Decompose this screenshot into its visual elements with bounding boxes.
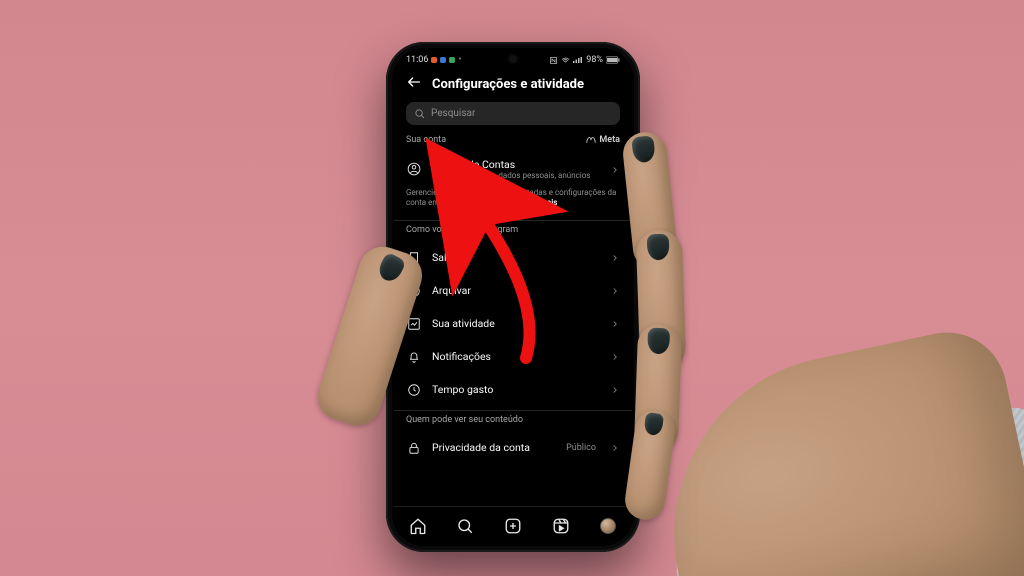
search-icon: [414, 108, 425, 119]
chevron-right-icon: [610, 160, 620, 179]
clock-icon: [406, 383, 422, 397]
status-app-dot: [440, 57, 446, 63]
section-heading-visibility: Quem pode ver seu conteúdo: [394, 415, 632, 431]
avatar: [600, 518, 616, 534]
meta-brand: Meta: [586, 135, 620, 145]
status-app-dot: [449, 57, 455, 63]
search-input[interactable]: Pesquisar: [406, 102, 620, 125]
nail: [647, 328, 670, 355]
bell-icon: [406, 350, 422, 364]
lock-icon: [406, 441, 422, 455]
privacy-value: Público: [566, 443, 596, 453]
divider: [394, 220, 632, 221]
section-heading-label: Sua conta: [406, 135, 446, 145]
saved-row[interactable]: Salvos: [394, 241, 632, 274]
user-circle-icon: [406, 162, 422, 176]
search-placeholder: Pesquisar: [431, 108, 475, 119]
battery-icon: [606, 56, 620, 64]
titlebar: Configurações e atividade: [394, 68, 632, 102]
signal-icon: [573, 56, 583, 64]
section-heading-label: Quem pode ver seu conteúdo: [406, 415, 523, 425]
status-battery-text: 98%: [586, 55, 603, 65]
nfc-icon: [549, 56, 558, 65]
row-label: Sua atividade: [432, 317, 600, 330]
stage: 11:06 • 98% Confi: [0, 0, 1024, 576]
row-label: Salvos: [432, 251, 600, 264]
nail: [643, 412, 664, 436]
chevron-right-icon: [610, 380, 620, 399]
nav-create[interactable]: [504, 517, 522, 535]
nav-reels[interactable]: [552, 517, 570, 535]
row-label: Tempo gasto: [432, 383, 600, 396]
accounts-center-note: Gerencie suas experiências conectadas e …: [394, 188, 632, 217]
chevron-right-icon: [610, 248, 620, 267]
front-camera: [509, 55, 517, 63]
chevron-right-icon: [610, 347, 620, 366]
nav-profile[interactable]: [599, 517, 617, 535]
back-button[interactable]: [406, 74, 422, 94]
nav-search[interactable]: [456, 517, 474, 535]
nav-home[interactable]: [409, 517, 427, 535]
archive-row[interactable]: Arquivar: [394, 274, 632, 307]
nail: [375, 252, 407, 285]
row-label: Arquivar: [432, 284, 600, 297]
page-title: Configurações e atividade: [432, 77, 584, 92]
section-heading-usage: Como você usa o Instagram: [394, 225, 632, 241]
bottom-nav: [394, 506, 632, 544]
section-heading-label: Como você usa o Instagram: [406, 225, 518, 235]
chevron-right-icon: [610, 438, 620, 457]
row-label: Privacidade da conta: [432, 441, 556, 454]
accounts-center-title: Central de Contas: [432, 158, 600, 171]
chevron-right-icon: [610, 314, 620, 333]
phone-screen: 11:06 • 98% Confi: [394, 50, 632, 544]
chevron-right-icon: [610, 281, 620, 300]
meta-icon: [586, 135, 596, 145]
row-label: Notificações: [432, 350, 600, 363]
status-app-dot: [431, 57, 437, 63]
wifi-icon: [561, 56, 570, 65]
status-time: 11:06: [406, 55, 428, 65]
nail: [647, 234, 670, 261]
learn-more-link[interactable]: Saiba mais: [518, 198, 557, 207]
divider: [394, 410, 632, 411]
phone-frame: 11:06 • 98% Confi: [386, 42, 640, 552]
accounts-center-subtitle: Senha, segurança, dados pessoais, anúnci…: [432, 171, 600, 181]
activity-row[interactable]: Sua atividade: [394, 307, 632, 340]
accounts-center-row[interactable]: Central de Contas Senha, segurança, dado…: [394, 151, 632, 188]
wrist: [641, 321, 1024, 576]
nail: [631, 135, 656, 163]
time-spent-row[interactable]: Tempo gasto: [394, 373, 632, 406]
section-heading-account: Sua conta Meta: [394, 135, 632, 151]
notifications-row[interactable]: Notificações: [394, 340, 632, 373]
account-privacy-row[interactable]: Privacidade da conta Público: [394, 431, 632, 459]
